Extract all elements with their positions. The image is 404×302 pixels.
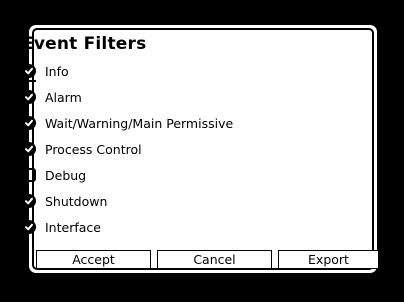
export-button[interactable]: Export [278, 250, 379, 269]
filter-label: Process Control [45, 141, 142, 157]
filter-info[interactable]: Info [22, 62, 69, 80]
cancel-button[interactable]: Cancel [157, 250, 272, 269]
filter-label: Shutdown [45, 193, 108, 209]
filter-debug[interactable]: Debug [22, 166, 86, 184]
checkbox-checked-icon[interactable] [22, 116, 36, 130]
filter-wait-warning-main-permissive[interactable]: Wait/Warning/Main Permissive [22, 114, 233, 132]
focus-indicator [24, 80, 36, 82]
accept-button[interactable]: Accept [36, 250, 151, 269]
checkbox-checked-icon[interactable] [22, 194, 36, 208]
filter-alarm[interactable]: Alarm [22, 88, 82, 106]
filter-label: Debug [45, 167, 87, 183]
filter-label: Wait/Warning/Main Permissive [45, 115, 234, 131]
checkbox-unchecked-icon[interactable] [22, 168, 36, 182]
filter-label: Alarm [45, 89, 82, 105]
filter-shutdown[interactable]: Shutdown [22, 192, 107, 210]
checkbox-checked-icon[interactable] [22, 90, 36, 104]
filter-label: Interface [45, 219, 101, 235]
checkbox-checked-icon[interactable] [22, 64, 36, 78]
filter-label: Info [45, 63, 69, 79]
checkbox-checked-icon[interactable] [22, 220, 36, 234]
dialog-title: Event Filters [22, 34, 147, 54]
filter-interface[interactable]: Interface [22, 218, 101, 236]
filter-process-control[interactable]: Process Control [22, 140, 142, 158]
checkbox-checked-icon[interactable] [22, 142, 36, 156]
